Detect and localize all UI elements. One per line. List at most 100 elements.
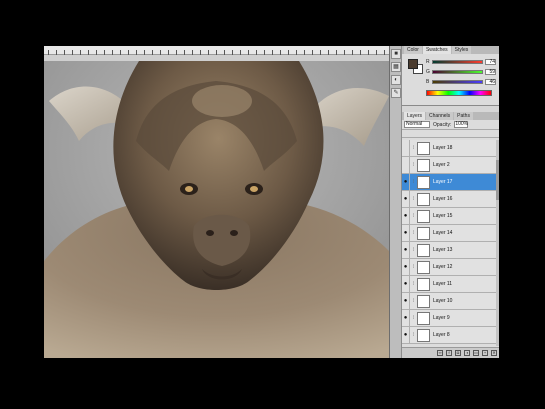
folder-icon[interactable]: ▭ bbox=[473, 350, 479, 356]
red-value-field[interactable]: 74 bbox=[485, 59, 496, 65]
layer-row[interactable]: ● ⁞ Layer 12 bbox=[402, 258, 496, 276]
layer-name: Layer 16 bbox=[433, 196, 453, 202]
channel-label: G bbox=[426, 69, 430, 75]
swatches-panel-icon[interactable]: ▦ bbox=[391, 62, 401, 72]
green-gradient-bar[interactable] bbox=[432, 70, 483, 74]
layer-name: Layer 14 bbox=[433, 230, 453, 236]
layer-row[interactable]: ⁞ Layer 18 bbox=[402, 140, 496, 157]
red-gradient-bar[interactable] bbox=[432, 60, 483, 64]
link-layers-icon[interactable]: ∞ bbox=[437, 350, 443, 356]
layer-thumbnail bbox=[417, 277, 430, 291]
layer-row[interactable]: ● ⁞ Layer 9 bbox=[402, 309, 496, 327]
foreground-color-swatch[interactable] bbox=[408, 59, 418, 69]
eye-icon[interactable] bbox=[402, 156, 410, 174]
trash-icon[interactable]: ✕ bbox=[491, 350, 497, 356]
layer-row[interactable]: ● ⁞ Layer 16 bbox=[402, 190, 496, 208]
eye-icon[interactable]: ● bbox=[402, 173, 410, 191]
link-icon: ⁞ bbox=[412, 281, 415, 287]
layer-name: Layer 8 bbox=[433, 332, 450, 338]
link-icon: ⁞ bbox=[412, 213, 415, 219]
panel-icon-strip: ■ ▦ ◐ ✎ bbox=[390, 46, 402, 358]
blue-slider[interactable]: B 46 bbox=[426, 78, 496, 86]
layer-thumbnail bbox=[417, 260, 430, 274]
layer-row[interactable]: ⁞ Layer 2 bbox=[402, 156, 496, 174]
layer-name: Layer 10 bbox=[433, 298, 453, 304]
layer-name: Layer 12 bbox=[433, 264, 453, 270]
layers-footer: ∞ f ◘ ◑ ▭ + ✕ bbox=[402, 347, 499, 358]
layer-list: ⁞ Layer 18 ⁞ Layer 2 ● ⁞ Layer 17 ● ⁞ Layer 16 ● ⁞ L… bbox=[402, 140, 496, 346]
layer-name: Layer 18 bbox=[433, 145, 453, 151]
layer-name: Layer 9 bbox=[433, 315, 450, 321]
opacity-label: Opacity: bbox=[433, 121, 452, 128]
channel-label: B bbox=[426, 79, 430, 85]
brush-panel-icon[interactable]: ✎ bbox=[391, 88, 401, 98]
blue-value-field[interactable]: 46 bbox=[485, 79, 496, 85]
layer-row[interactable]: ● ⁞ Layer 11 bbox=[402, 275, 496, 293]
eye-icon[interactable] bbox=[402, 140, 410, 157]
green-slider[interactable]: G 59 bbox=[426, 68, 496, 76]
link-icon: ⁞ bbox=[412, 264, 415, 270]
tab-channels[interactable]: Channels bbox=[426, 112, 454, 120]
green-value-field[interactable]: 59 bbox=[485, 69, 496, 75]
eye-icon[interactable]: ● bbox=[402, 190, 410, 208]
color-spectrum-bar[interactable] bbox=[426, 90, 492, 96]
eye-icon[interactable]: ● bbox=[402, 292, 410, 310]
blue-gradient-bar[interactable] bbox=[432, 80, 483, 84]
scrollbar-thumb[interactable] bbox=[496, 160, 499, 200]
horizontal-ruler bbox=[44, 46, 389, 55]
layer-thumbnail bbox=[417, 192, 430, 206]
right-panel-dock: ■ ▦ ◐ ✎ Color Swatches Styles R 74 G 59 bbox=[389, 46, 499, 358]
opacity-field[interactable]: 100% bbox=[454, 121, 469, 128]
color-panel-icon[interactable]: ■ bbox=[391, 49, 401, 59]
tab-layers[interactable]: Layers bbox=[404, 112, 426, 120]
eye-icon[interactable]: ● bbox=[402, 275, 410, 293]
adjustment-layer-icon[interactable]: ◑ bbox=[464, 350, 470, 356]
layer-row[interactable]: ● ⁞ Layer 10 bbox=[402, 292, 496, 310]
layer-row[interactable]: ● ⁞ Layer 8 bbox=[402, 326, 496, 344]
link-icon: ⁞ bbox=[412, 162, 415, 168]
adjustments-panel-icon[interactable]: ◐ bbox=[391, 75, 401, 85]
link-icon: ⁞ bbox=[412, 145, 415, 151]
color-panel-tabs: Color Swatches Styles bbox=[402, 46, 499, 54]
link-icon: ⁞ bbox=[412, 196, 415, 202]
layer-thumbnail bbox=[417, 243, 430, 257]
lock-row bbox=[402, 130, 499, 138]
mask-icon[interactable]: ◘ bbox=[455, 350, 461, 356]
link-icon: ⁞ bbox=[412, 315, 415, 321]
eye-icon[interactable]: ● bbox=[402, 241, 410, 259]
layer-thumbnail bbox=[417, 141, 430, 155]
layer-thumbnail bbox=[417, 226, 430, 240]
layer-thumbnail bbox=[417, 294, 430, 308]
layers-scrollbar[interactable] bbox=[496, 140, 499, 346]
tab-swatches[interactable]: Swatches bbox=[422, 46, 451, 54]
layer-thumbnail bbox=[417, 209, 430, 223]
new-layer-icon[interactable]: + bbox=[482, 350, 488, 356]
painting-canvas[interactable] bbox=[44, 61, 389, 358]
link-icon: ⁞ bbox=[412, 332, 415, 338]
red-slider[interactable]: R 74 bbox=[426, 58, 496, 66]
tab-styles[interactable]: Styles bbox=[451, 46, 472, 54]
tab-color[interactable]: Color bbox=[404, 46, 422, 54]
layer-row[interactable]: ● ⁞ Layer 14 bbox=[402, 224, 496, 242]
eye-icon[interactable]: ● bbox=[402, 309, 410, 327]
layers-panel: Layers Channels Paths Normal Opacity: 10… bbox=[402, 112, 499, 358]
layer-name: Layer 13 bbox=[433, 247, 453, 253]
eye-icon[interactable]: ● bbox=[402, 258, 410, 276]
layer-row[interactable]: ● ⁞ Layer 13 bbox=[402, 241, 496, 259]
layer-thumbnail bbox=[417, 158, 430, 172]
tab-paths[interactable]: Paths bbox=[454, 112, 473, 120]
link-icon: ⁞ bbox=[412, 298, 415, 304]
layer-name: Layer 17 bbox=[433, 179, 453, 185]
eye-icon[interactable]: ● bbox=[402, 207, 410, 225]
layer-name: Layer 2 bbox=[433, 162, 450, 168]
channel-label: R bbox=[426, 59, 430, 65]
color-panel: Color Swatches Styles R 74 G 59 B 46 bbox=[402, 46, 499, 106]
layer-thumbnail bbox=[417, 328, 430, 342]
layer-row[interactable]: ● ⁞ Layer 17 bbox=[402, 173, 496, 191]
eye-icon[interactable]: ● bbox=[402, 326, 410, 344]
layer-name: Layer 15 bbox=[433, 213, 453, 219]
eye-icon[interactable]: ● bbox=[402, 224, 410, 242]
layer-row[interactable]: ● ⁞ Layer 15 bbox=[402, 207, 496, 225]
fx-icon[interactable]: f bbox=[446, 350, 452, 356]
blend-mode-select[interactable]: Normal bbox=[404, 121, 430, 128]
